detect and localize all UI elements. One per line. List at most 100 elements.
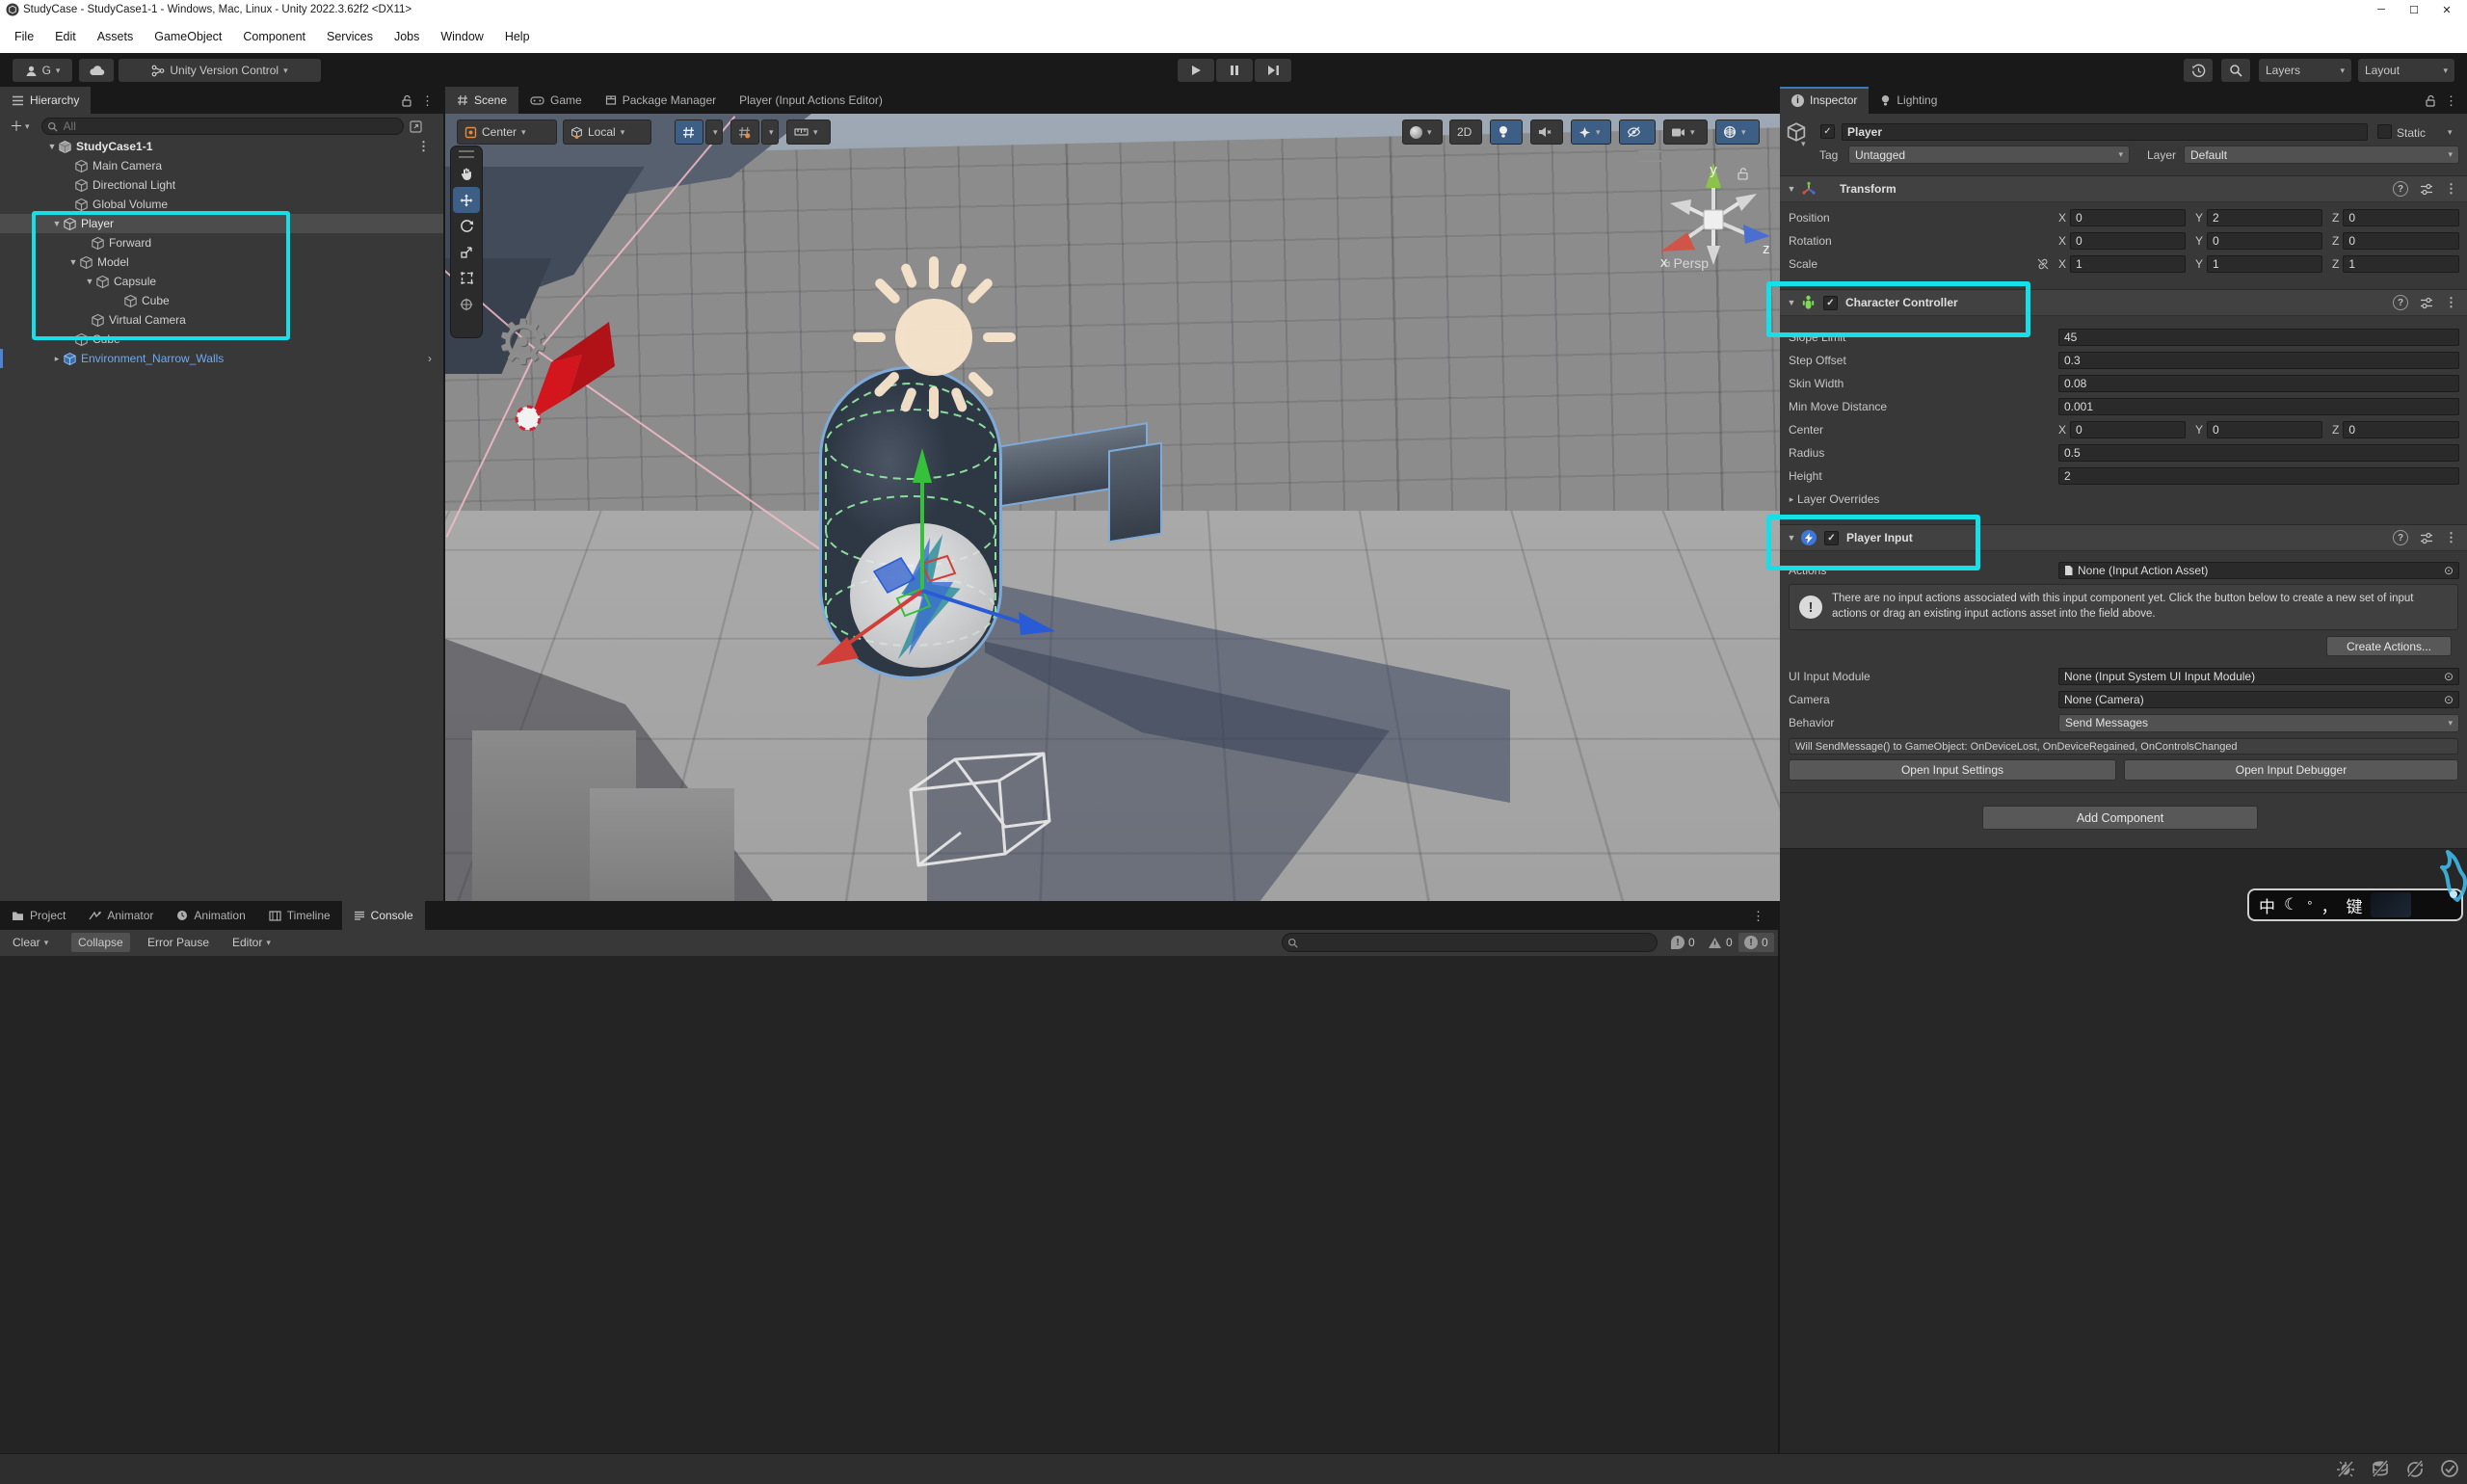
character-controller-header[interactable]: ▼ ✓ Character Controller ? ⋮ [1780, 289, 2467, 316]
lock-icon[interactable] [2425, 94, 2436, 107]
gizmos-dropdown[interactable]: ▾ [1715, 119, 1760, 145]
prefab-open-chevron[interactable]: › [428, 352, 432, 365]
shading-mode-dropdown[interactable]: ▾ [1402, 119, 1443, 145]
scale-y-field[interactable]: 1 [2207, 255, 2322, 273]
height-field[interactable]: 2 [2058, 467, 2459, 485]
menu-gameobject[interactable]: GameObject [144, 30, 232, 43]
gizmo-axis-z[interactable] [922, 591, 1024, 623]
center-x-field[interactable]: 0 [2070, 421, 2186, 438]
account-button[interactable]: G▾ [13, 59, 72, 82]
view-hand-tool[interactable] [453, 161, 480, 187]
presets-icon[interactable] [2420, 532, 2433, 544]
hierarchy-row[interactable]: Cube [0, 330, 443, 349]
tab-game[interactable]: Game [518, 87, 594, 114]
position-z-field[interactable]: 0 [2343, 209, 2459, 226]
tab-timeline[interactable]: Timeline [257, 901, 342, 930]
gizmo-plane-yz[interactable] [922, 556, 955, 581]
hierarchy-row[interactable]: Virtual Camera [0, 310, 443, 330]
center-y-field[interactable]: 0 [2207, 421, 2322, 438]
grid-snap-toggle[interactable] [675, 119, 703, 145]
minimize-button[interactable]: ─ [2365, 0, 2398, 19]
link-scale-icon[interactable] [2036, 257, 2050, 271]
tab-animator[interactable]: Animator [77, 901, 165, 930]
transform-tool[interactable] [453, 291, 480, 317]
component-enabled-checkbox[interactable]: ✓ [1824, 531, 1839, 545]
editor-dropdown[interactable]: Editor▾ [225, 933, 278, 952]
open-input-settings-button[interactable]: Open Input Settings [1789, 759, 2116, 781]
scene-kebab[interactable]: ⋮ [417, 139, 430, 154]
help-icon[interactable]: ? [2393, 530, 2408, 545]
menu-assets[interactable]: Assets [87, 30, 145, 43]
hierarchy-search-field[interactable] [41, 118, 404, 135]
add-component-button[interactable]: Add Component [1982, 806, 2258, 830]
ui-input-module-field[interactable]: None (Input System UI Input Module)⊙ [2058, 668, 2459, 685]
foldout-expanded-icon[interactable]: ▼ [1786, 184, 1797, 194]
layer-dropdown[interactable]: Default▾ [2184, 146, 2459, 164]
hidden-objects-toggle[interactable] [1619, 119, 1656, 145]
undo-history-button[interactable] [2184, 59, 2213, 82]
menu-help[interactable]: Help [494, 30, 541, 43]
slope-limit-field[interactable]: 45 [2058, 329, 2459, 346]
error-pause-toggle[interactable]: Error Pause [141, 933, 216, 952]
console-search-field[interactable] [1282, 933, 1658, 952]
step-offset-field[interactable]: 0.3 [2058, 352, 2459, 369]
static-caret[interactable]: ▾ [2448, 127, 2453, 138]
static-checkbox[interactable] [2377, 124, 2392, 139]
player-input-header[interactable]: ▼ ✓ Player Input ? ⋮ [1780, 524, 2467, 551]
ime-softkeyboard-toggle[interactable]: 键 [2346, 893, 2362, 917]
tag-dropdown[interactable]: Untagged▾ [1848, 146, 2130, 164]
hierarchy-menu-kebab[interactable]: ⋮ [421, 93, 434, 109]
create-plus-button[interactable]: ＋ [10, 117, 23, 136]
rect-tool[interactable] [453, 265, 480, 291]
menu-edit[interactable]: Edit [44, 30, 87, 43]
hierarchy-row-prefab[interactable]: ▸ Environment_Narrow_Walls › [0, 349, 443, 368]
foldout-expanded-icon[interactable]: ▼ [51, 219, 63, 228]
presets-icon[interactable] [2420, 183, 2433, 196]
position-x-field[interactable]: 0 [2070, 209, 2186, 226]
active-checkbox[interactable]: ✓ [1820, 124, 1835, 139]
gizmo-lock-icon[interactable] [1737, 167, 1749, 180]
tab-hierarchy[interactable]: Hierarchy [0, 87, 91, 114]
console-log-area[interactable] [0, 956, 1778, 1453]
object-picker-icon[interactable]: ⊙ [2444, 670, 2454, 683]
scale-z-field[interactable]: 1 [2343, 255, 2459, 273]
create-actions-button[interactable]: Create Actions... [2326, 636, 2452, 656]
console-menu-kebab[interactable]: ⋮ [1752, 909, 1764, 924]
scene-camera-dropdown[interactable]: ▾ [1663, 119, 1708, 145]
tab-scene[interactable]: Scene [445, 87, 518, 114]
component-enabled-checkbox[interactable]: ✓ [1823, 296, 1838, 310]
projection-mode[interactable]: ◅ Persp [1661, 255, 1709, 271]
scene-effects-dropdown[interactable]: ▾ [1571, 119, 1611, 145]
gizmo-axis-x[interactable] [841, 591, 922, 649]
hierarchy-search-input[interactable] [62, 119, 384, 134]
ime-punctuation-toggle[interactable]: ， [2321, 893, 2337, 917]
clear-caret[interactable]: ▾ [44, 938, 49, 948]
compile-status-icon[interactable] [2440, 1459, 2459, 1478]
tab-console[interactable]: Console [342, 901, 425, 930]
menu-component[interactable]: Component [232, 30, 316, 43]
layer-overrides-foldout[interactable]: ▸ Layer Overrides [1780, 490, 2467, 509]
presets-icon[interactable] [2420, 297, 2433, 309]
clear-button[interactable]: Clear▾ [6, 933, 55, 952]
scene-lighting-toggle[interactable] [1490, 119, 1523, 145]
ime-fullwidth-toggle[interactable]: ° [2307, 898, 2312, 913]
help-icon[interactable]: ? [2393, 295, 2408, 310]
pause-button[interactable] [1216, 59, 1253, 82]
tool-handle-pivot-dropdown[interactable]: Center▾ [457, 119, 557, 145]
hierarchy-row[interactable]: Main Camera [0, 156, 443, 175]
foldout-expanded-icon[interactable]: ▼ [1786, 298, 1797, 307]
radius-field[interactable]: 0.5 [2058, 444, 2459, 462]
skin-width-field[interactable]: 0.08 [2058, 375, 2459, 392]
console-search-input[interactable] [1302, 935, 1643, 951]
help-icon[interactable]: ? [2393, 181, 2408, 197]
info-count-toggle[interactable]: ! 0 [1665, 933, 1701, 952]
version-control-button[interactable]: Unity Version Control▾ [119, 59, 321, 82]
foldout-collapsed-icon[interactable]: ▸ [51, 354, 63, 364]
move-gizmo[interactable] [778, 427, 1067, 716]
snap-increment-dropdown[interactable]: ▾ [786, 119, 831, 145]
maximize-button[interactable]: ☐ [2398, 0, 2430, 19]
scene-audio-toggle[interactable] [1530, 119, 1563, 145]
hierarchy-row[interactable]: Cube [0, 291, 443, 310]
hierarchy-row[interactable]: Forward [0, 233, 443, 252]
cloud-button[interactable] [79, 59, 114, 82]
